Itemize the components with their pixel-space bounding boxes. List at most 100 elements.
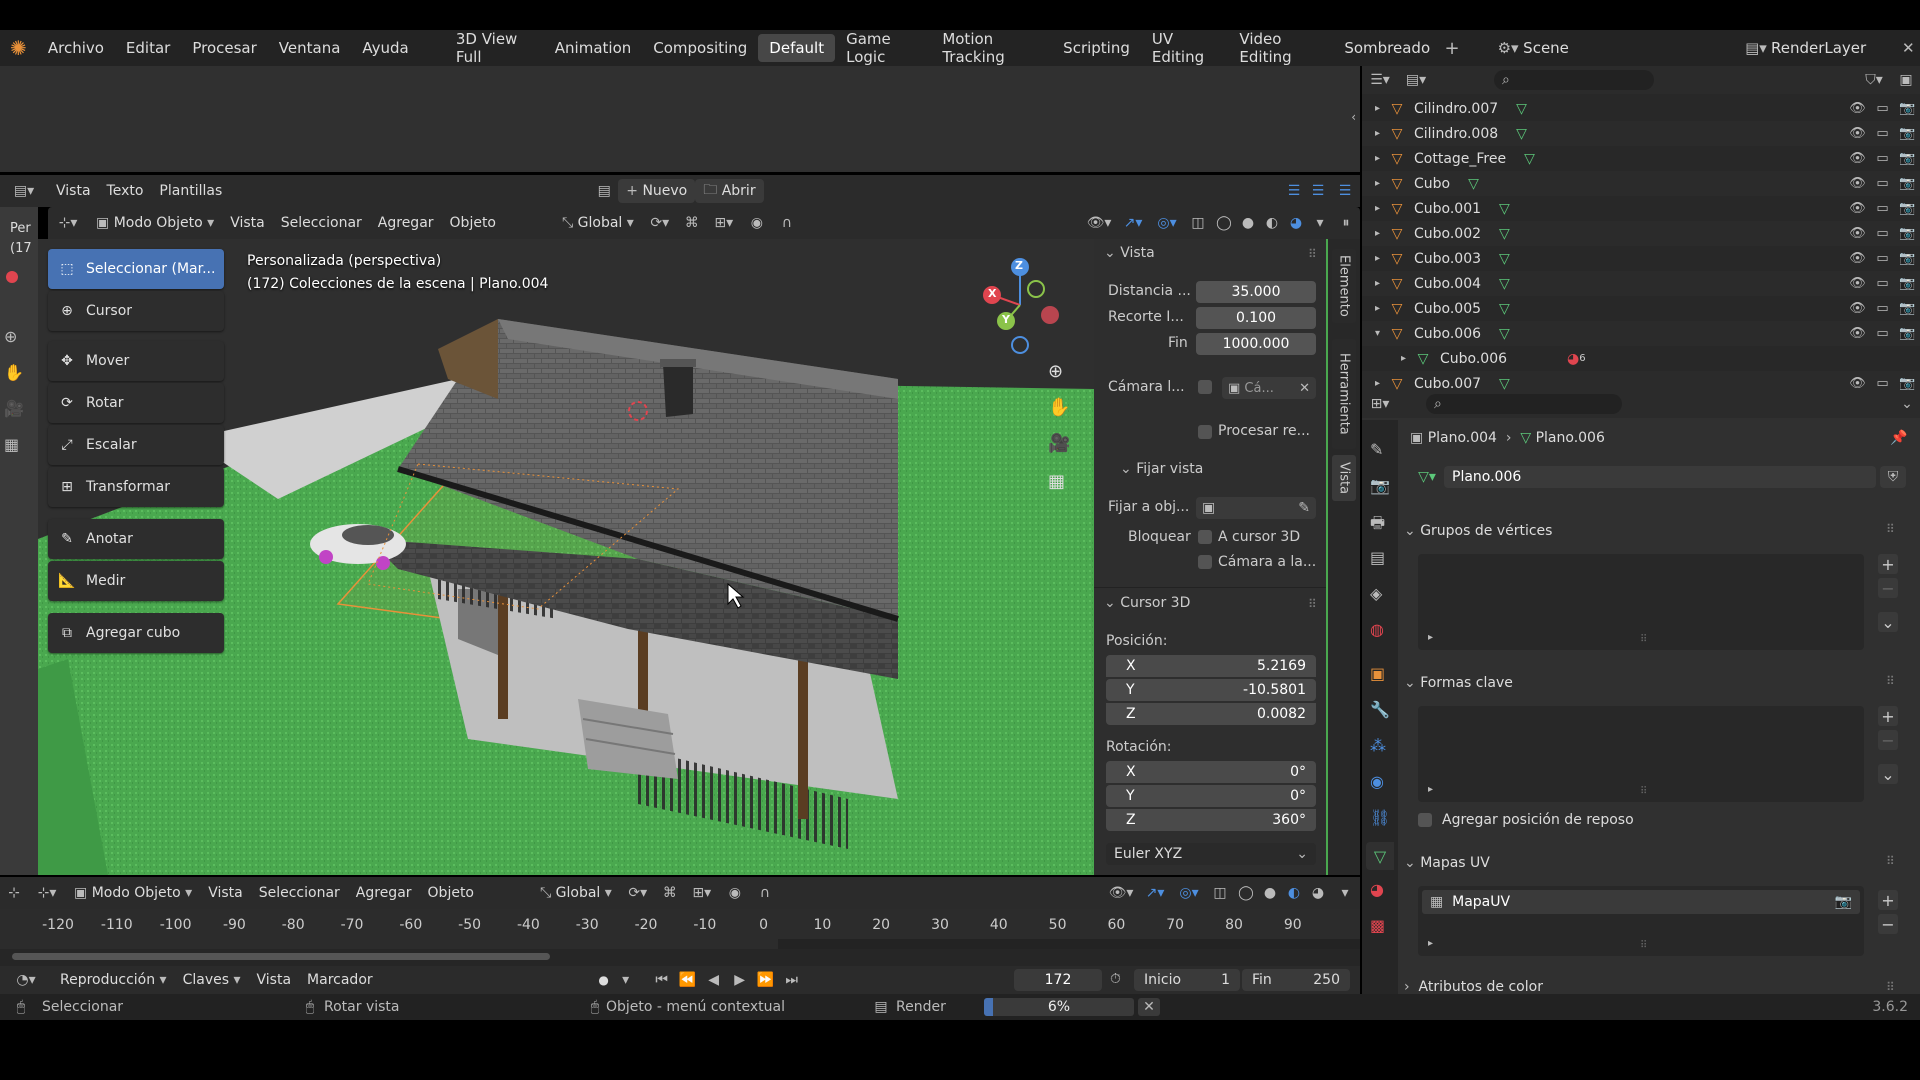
visibility-eye-icon[interactable]: 👁 xyxy=(1845,301,1870,316)
3d-viewport[interactable]: Personalizada (perspectiva) (172) Colecc… xyxy=(38,239,1094,875)
tab-video-editing[interactable]: Video Editing xyxy=(1228,30,1333,66)
visibility-icon[interactable]: 👁▾ xyxy=(1082,215,1116,231)
options-chevron-icon[interactable]: ⌄ xyxy=(1894,396,1920,412)
material-shading-icon[interactable]: ◐ xyxy=(1282,885,1306,901)
syntax-highlight-icon[interactable]: ☰ xyxy=(1330,183,1360,199)
vertex-groups-section[interactable]: ⌄ Grupos de vértices xyxy=(1404,518,1904,544)
add-vertex-group-icon[interactable]: + xyxy=(1878,554,1898,574)
zoom-view-icon[interactable]: ⊕ xyxy=(1048,361,1063,382)
resize-handle-icon[interactable]: ⠿ xyxy=(1640,940,1647,951)
viewport-display-icon[interactable]: ▭ xyxy=(1870,301,1895,316)
vertex-group-menu-icon[interactable]: ⌄ xyxy=(1878,612,1898,632)
mesh-data-icon[interactable]: ▽ xyxy=(1516,101,1527,117)
cursor-x-field[interactable]: X 5.2169 xyxy=(1106,655,1316,677)
output-tab-icon[interactable]: 🖶 xyxy=(1370,512,1385,539)
tl-menu-seleccionar[interactable]: Seleccionar xyxy=(251,881,348,905)
fijar-vista-header[interactable]: ⌄ Fijar vista xyxy=(1120,461,1203,477)
modifiers-tab-icon[interactable]: 🔧 xyxy=(1370,700,1390,719)
keying-options-icon[interactable]: ▾ xyxy=(615,972,637,988)
tool-tab-icon[interactable]: ✎ xyxy=(1370,440,1383,459)
render-visibility-icon[interactable]: 📷 xyxy=(1895,276,1920,291)
jump-start-icon[interactable]: ⏮ xyxy=(649,972,675,988)
material-icon[interactable]: ◕ xyxy=(1567,351,1579,367)
zoom-icon[interactable]: ⊕ xyxy=(4,327,17,346)
drag-handle-icon[interactable]: ⠿ xyxy=(1308,597,1317,611)
mesh-data-icon[interactable]: ▽ xyxy=(1499,276,1510,292)
mesh-name-field[interactable]: Plano.006 xyxy=(1444,466,1876,488)
editor-type-icon[interactable]: ⊹▾ xyxy=(48,215,88,231)
shading-options-icon[interactable]: ▾ xyxy=(1330,885,1360,901)
visibility-eye-icon[interactable]: 👁 xyxy=(1845,151,1870,166)
overlays-icon[interactable]: ◎▾ xyxy=(1150,215,1184,231)
visibility-eye-icon[interactable]: 👁 xyxy=(1845,276,1870,291)
tl-menu-agregar[interactable]: Agregar xyxy=(348,881,420,905)
proportional-edit-icon[interactable]: ◉ xyxy=(742,215,772,231)
menu-archivo[interactable]: Archivo xyxy=(37,39,115,57)
tool-select-box[interactable]: ⬚ Seleccionar (Mar... xyxy=(48,249,224,289)
new-text-button[interactable]: + Nuevo xyxy=(618,179,696,203)
wireframe-shading-icon[interactable]: ◯ xyxy=(1234,885,1258,901)
visibility-eye-icon[interactable]: 👁 xyxy=(1845,251,1870,266)
camara-a-checkbox[interactable] xyxy=(1198,555,1212,569)
viewport-display-icon[interactable]: ▭ xyxy=(1870,226,1895,241)
expand-arrow-icon[interactable]: ▸ xyxy=(1362,153,1386,164)
tool-cursor[interactable]: ⊕ Cursor xyxy=(48,291,224,331)
viewport-display-icon[interactable]: ▭ xyxy=(1870,326,1895,341)
ortho-toggle-icon[interactable]: ▦ xyxy=(1048,471,1065,492)
rotation-x-field[interactable]: X 0° xyxy=(1106,761,1316,783)
gizmo-icon[interactable]: ↗▾ xyxy=(1116,215,1150,231)
mode-selector[interactable]: ▣ Modo Objeto ▾ xyxy=(88,211,222,235)
record-icon[interactable] xyxy=(6,271,18,283)
outliner-row[interactable]: ▸ ▽ Cubo.004 ▽ 👁 ▭ 📷 xyxy=(1362,271,1920,296)
render-visibility-icon[interactable]: 📷 xyxy=(1895,301,1920,316)
mesh-data-tab-icon[interactable]: ▽ xyxy=(1366,842,1394,870)
visibility-icon[interactable]: 👁▾ xyxy=(1104,885,1138,901)
pivot-icon[interactable]: ⟳▾ xyxy=(620,885,656,901)
expand-arrow-icon[interactable]: ▸ xyxy=(1362,378,1386,389)
playback-menu-vista[interactable]: Vista xyxy=(249,968,300,992)
drag-handle-icon[interactable]: ⠿ xyxy=(1886,674,1895,688)
pin-icon[interactable]: 📌 xyxy=(1890,430,1907,446)
render-visibility-icon[interactable]: 📷 xyxy=(1895,201,1920,216)
next-keyframe-icon[interactable]: ⏩ xyxy=(753,972,779,988)
tool-rotate[interactable]: ⟳ Rotar xyxy=(48,383,224,423)
expand-arrow-icon[interactable]: ▸ xyxy=(1362,303,1386,314)
tl-transform-orientation[interactable]: ⤡ Global ▾ xyxy=(532,881,620,905)
tab-default[interactable]: Default xyxy=(758,34,836,62)
xray-icon[interactable]: ◫ xyxy=(1206,885,1234,901)
visibility-eye-icon[interactable]: 👁 xyxy=(1845,376,1870,391)
editor-type-icon[interactable]: ▤▾ xyxy=(0,183,48,199)
render-active-camera-icon[interactable]: 📷 xyxy=(1835,894,1852,910)
drag-handle-icon[interactable]: ⠿ xyxy=(1308,247,1317,261)
falloff-icon[interactable]: ∩ xyxy=(772,215,802,231)
uv-maps-list[interactable]: ▦ MapaUV 📷 ▸ ⠿ xyxy=(1418,886,1864,956)
world-tab-icon[interactable]: ◍ xyxy=(1370,620,1384,639)
new-collection-icon[interactable]: ▣ xyxy=(1892,72,1920,88)
cancel-render-icon[interactable]: ✕ xyxy=(1138,998,1160,1016)
viewport-display-icon[interactable]: ▭ xyxy=(1870,176,1895,191)
mesh-data-icon[interactable]: ▽ xyxy=(1499,201,1510,217)
uv-maps-section[interactable]: ⌄ Mapas UV xyxy=(1404,850,1904,876)
expand-arrow-icon[interactable]: ▸ xyxy=(1362,103,1386,114)
visibility-eye-icon[interactable]: 👁 xyxy=(1845,326,1870,341)
tool-move[interactable]: ✥ Mover xyxy=(48,341,224,381)
properties-search[interactable]: ⌕ xyxy=(1426,394,1622,414)
resize-handle-icon[interactable]: ⠿ xyxy=(1640,786,1647,797)
pause-render-icon[interactable]: ⏸ xyxy=(1332,215,1360,231)
add-uv-map-icon[interactable]: + xyxy=(1878,890,1898,910)
rendered-shading-icon[interactable]: ◕ xyxy=(1284,215,1308,231)
tool-measure[interactable]: 📐 Medir xyxy=(48,561,224,601)
viewport-display-icon[interactable]: ▭ xyxy=(1870,101,1895,116)
remove-vertex-group-icon[interactable]: − xyxy=(1878,578,1898,598)
snap-target-icon[interactable]: ⊞▾ xyxy=(706,215,742,231)
render-visibility-icon[interactable]: 📷 xyxy=(1895,101,1920,116)
text-menu-plantillas[interactable]: Plantillas xyxy=(151,179,230,203)
remove-shape-key-icon[interactable]: − xyxy=(1878,730,1898,750)
transform-orientation[interactable]: ⤡ Global ▾ xyxy=(554,211,642,235)
tab-uv-editing[interactable]: UV Editing xyxy=(1141,30,1229,66)
drag-handle-icon[interactable]: ⠿ xyxy=(1886,980,1895,994)
tl-menu-objeto[interactable]: Objeto xyxy=(420,881,482,905)
visibility-eye-icon[interactable]: 👁 xyxy=(1845,201,1870,216)
solid-shading-icon[interactable]: ● xyxy=(1236,215,1260,231)
expand-list-icon[interactable]: ▸ xyxy=(1428,632,1433,643)
